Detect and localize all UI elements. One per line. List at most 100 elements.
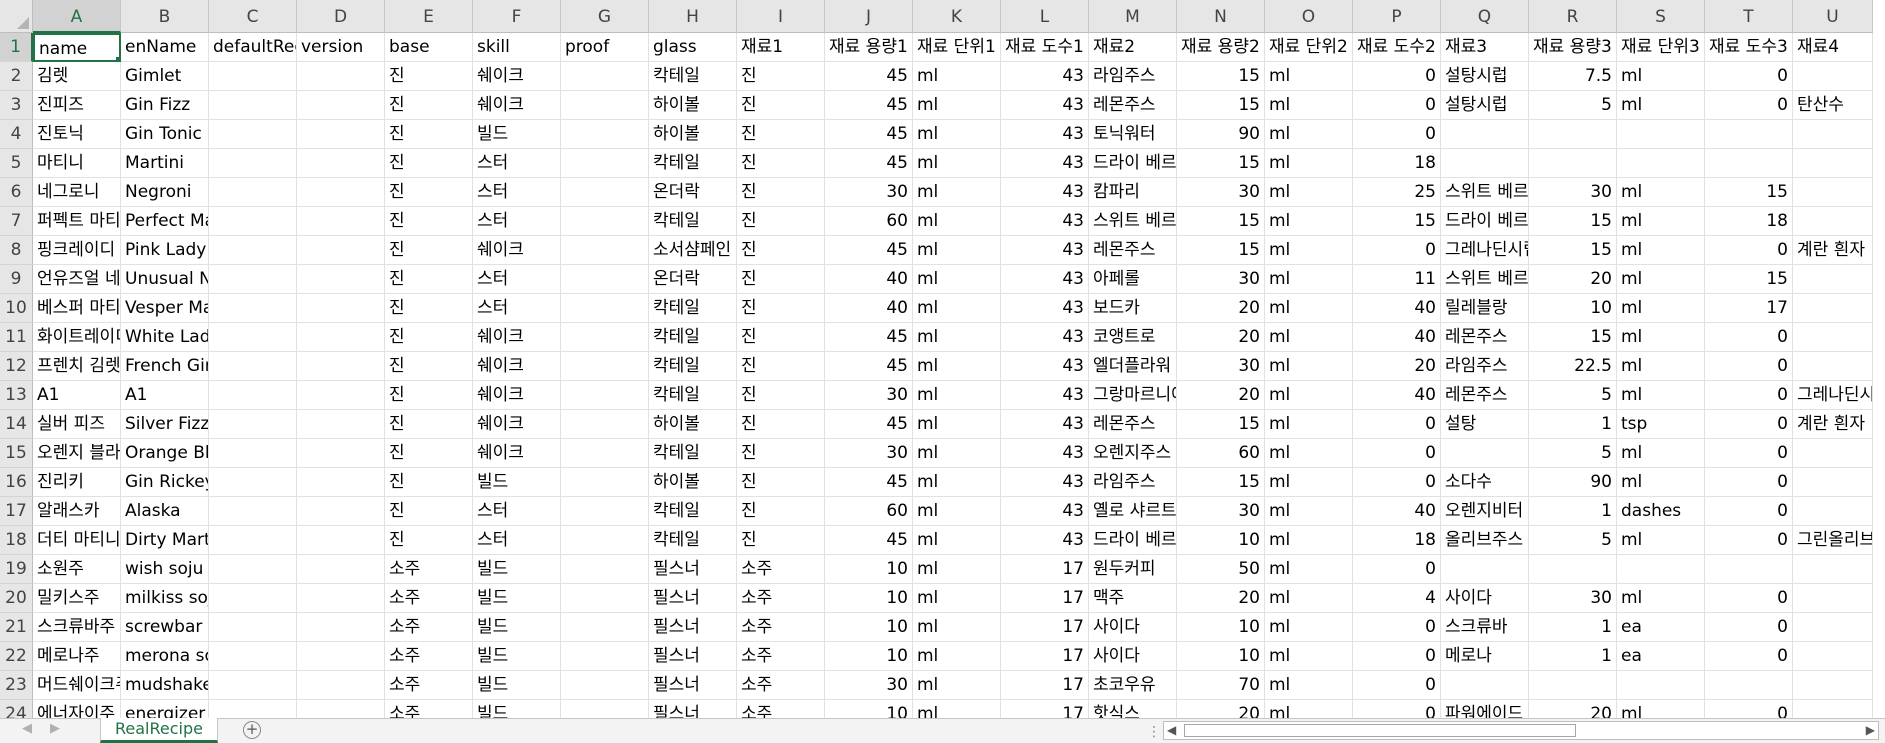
table-cell[interactable]: 스터 bbox=[473, 265, 561, 294]
header-cell[interactable]: glass bbox=[649, 33, 737, 62]
table-cell[interactable]: 10 bbox=[825, 613, 913, 642]
table-cell[interactable] bbox=[209, 613, 297, 642]
row-header[interactable]: 8 bbox=[0, 236, 33, 265]
table-cell[interactable]: 0 bbox=[1353, 671, 1441, 700]
table-cell[interactable]: 진리키 bbox=[33, 468, 121, 497]
table-cell[interactable]: ml bbox=[1617, 584, 1705, 613]
table-cell[interactable]: 화이트레이디 bbox=[33, 323, 121, 352]
header-cell[interactable]: skill bbox=[473, 33, 561, 62]
table-cell[interactable]: ml bbox=[1265, 410, 1353, 439]
row-header[interactable]: 16 bbox=[0, 468, 33, 497]
table-cell[interactable]: 소주 bbox=[737, 642, 825, 671]
table-cell[interactable]: ml bbox=[913, 410, 1001, 439]
table-cell[interactable] bbox=[561, 91, 649, 120]
table-cell[interactable]: 소주 bbox=[737, 700, 825, 718]
table-cell[interactable]: 쉐이크 bbox=[473, 323, 561, 352]
table-cell[interactable]: ml bbox=[1265, 323, 1353, 352]
table-cell[interactable] bbox=[1793, 642, 1873, 671]
table-cell[interactable]: 10 bbox=[1177, 613, 1265, 642]
table-cell[interactable]: 15 bbox=[1529, 323, 1617, 352]
table-cell[interactable]: 스터 bbox=[473, 178, 561, 207]
column-header-h[interactable]: H bbox=[649, 0, 737, 33]
add-sheet-icon[interactable]: + bbox=[243, 721, 261, 739]
table-cell[interactable]: 레몬주스 bbox=[1089, 91, 1177, 120]
table-cell[interactable] bbox=[209, 207, 297, 236]
row-header[interactable]: 6 bbox=[0, 178, 33, 207]
table-cell[interactable]: 진 bbox=[737, 236, 825, 265]
table-cell[interactable]: Martini bbox=[121, 149, 209, 178]
table-cell[interactable]: 칵테일 bbox=[649, 294, 737, 323]
table-cell[interactable]: 사이다 bbox=[1089, 642, 1177, 671]
table-cell[interactable]: ml bbox=[1265, 381, 1353, 410]
table-cell[interactable]: 캄파리 bbox=[1089, 178, 1177, 207]
table-cell[interactable] bbox=[1793, 671, 1873, 700]
table-cell[interactable]: Silver Fizz bbox=[121, 410, 209, 439]
table-cell[interactable]: 필스너 bbox=[649, 700, 737, 718]
table-cell[interactable]: 하이볼 bbox=[649, 120, 737, 149]
table-cell[interactable]: 0 bbox=[1705, 700, 1793, 718]
table-cell[interactable]: 43 bbox=[1001, 294, 1089, 323]
row-header[interactable]: 21 bbox=[0, 613, 33, 642]
table-cell[interactable] bbox=[561, 207, 649, 236]
table-cell[interactable]: 0 bbox=[1705, 642, 1793, 671]
table-cell[interactable]: 알래스카 bbox=[33, 497, 121, 526]
table-cell[interactable]: ml bbox=[1265, 62, 1353, 91]
row-header[interactable]: 12 bbox=[0, 352, 33, 381]
column-header-b[interactable]: B bbox=[121, 0, 209, 33]
table-cell[interactable] bbox=[209, 526, 297, 555]
table-cell[interactable]: 빌드 bbox=[473, 642, 561, 671]
table-cell[interactable]: 10 bbox=[1177, 526, 1265, 555]
table-cell[interactable]: 10 bbox=[825, 584, 913, 613]
table-cell[interactable] bbox=[1793, 323, 1873, 352]
table-cell[interactable]: 하이볼 bbox=[649, 410, 737, 439]
table-cell[interactable]: 60 bbox=[825, 207, 913, 236]
table-cell[interactable]: 진 bbox=[737, 149, 825, 178]
column-header-t[interactable]: T bbox=[1705, 0, 1793, 33]
header-cell[interactable]: proof bbox=[561, 33, 649, 62]
table-cell[interactable]: ml bbox=[913, 120, 1001, 149]
table-cell[interactable] bbox=[297, 410, 385, 439]
table-cell[interactable]: 0 bbox=[1705, 439, 1793, 468]
table-cell[interactable] bbox=[297, 700, 385, 718]
table-cell[interactable]: 10 bbox=[825, 642, 913, 671]
table-cell[interactable] bbox=[561, 178, 649, 207]
table-cell[interactable] bbox=[297, 62, 385, 91]
table-cell[interactable]: 18 bbox=[1353, 526, 1441, 555]
table-cell[interactable]: 설탕 bbox=[1441, 410, 1529, 439]
table-cell[interactable] bbox=[561, 265, 649, 294]
table-cell[interactable]: 20 bbox=[1529, 265, 1617, 294]
table-cell[interactable]: 스위트 베르무트 bbox=[1089, 207, 1177, 236]
table-cell[interactable]: Orange Blossom bbox=[121, 439, 209, 468]
table-cell[interactable]: 43 bbox=[1001, 410, 1089, 439]
table-cell[interactable]: ea bbox=[1617, 642, 1705, 671]
table-cell[interactable] bbox=[561, 468, 649, 497]
table-cell[interactable]: 진 bbox=[385, 323, 473, 352]
table-cell[interactable]: 스터 bbox=[473, 149, 561, 178]
table-cell[interactable]: 43 bbox=[1001, 120, 1089, 149]
sheet-tab-realrecipe[interactable]: RealRecipe bbox=[100, 718, 218, 743]
table-cell[interactable]: 설탕시럽 bbox=[1441, 91, 1529, 120]
table-cell[interactable]: 20 bbox=[1177, 700, 1265, 718]
table-cell[interactable] bbox=[297, 439, 385, 468]
table-cell[interactable]: 50 bbox=[1177, 555, 1265, 584]
table-cell[interactable] bbox=[209, 294, 297, 323]
row-header[interactable]: 2 bbox=[0, 62, 33, 91]
column-header-k[interactable]: K bbox=[913, 0, 1001, 33]
table-cell[interactable] bbox=[1705, 555, 1793, 584]
table-cell[interactable]: 쉐이크 bbox=[473, 236, 561, 265]
table-cell[interactable]: 30 bbox=[1177, 178, 1265, 207]
table-cell[interactable]: 에너자이주 bbox=[33, 700, 121, 718]
table-cell[interactable]: 70 bbox=[1177, 671, 1265, 700]
table-cell[interactable]: 스터 bbox=[473, 207, 561, 236]
table-cell[interactable]: Negroni bbox=[121, 178, 209, 207]
table-cell[interactable] bbox=[1441, 671, 1529, 700]
table-cell[interactable]: 45 bbox=[825, 236, 913, 265]
table-cell[interactable] bbox=[1441, 120, 1529, 149]
table-cell[interactable]: ml bbox=[1265, 236, 1353, 265]
table-cell[interactable]: ml bbox=[913, 323, 1001, 352]
table-cell[interactable]: 90 bbox=[1529, 468, 1617, 497]
row-header[interactable]: 14 bbox=[0, 410, 33, 439]
table-cell[interactable] bbox=[209, 439, 297, 468]
table-cell[interactable]: ml bbox=[913, 62, 1001, 91]
table-cell[interactable]: 빌드 bbox=[473, 613, 561, 642]
